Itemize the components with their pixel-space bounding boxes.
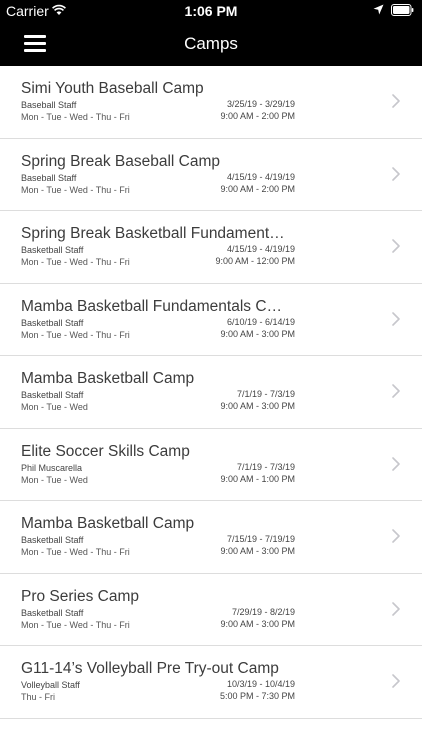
camp-list-item[interactable]: Spring Break Baseball Camp Baseball Staff… — [0, 139, 422, 211]
camp-name: Spring Break Baseball Camp — [21, 152, 221, 170]
chevron-right-icon — [392, 94, 400, 108]
camp-staff: Basketball Staff — [21, 390, 84, 400]
camp-list-item[interactable]: Pro Series Camp Basketball Staff Mon - Tue… — [0, 574, 422, 646]
chevron-right-icon — [392, 311, 400, 326]
camp-times: 9:00 AM - 2:00 PM — [220, 183, 295, 194]
camp-list: Simi Youth Baseball Camp Baseball Staff Mo… — [0, 66, 422, 719]
camp-days: Mon - Tue - Wed - Thu - Fri — [21, 184, 130, 195]
camp-name: Elite Soccer Skills Camp — [21, 442, 190, 460]
camp-name: G11-14’s Volleyball Pre Try-out Camp — [21, 660, 279, 677]
camp-name: Simi Youth Baseball Camp — [21, 80, 204, 97]
chevron-right-icon — [392, 601, 400, 616]
camp-name: Mamba Basketball Fundamentals C… — [21, 297, 283, 315]
camp-list-item[interactable]: Mamba Basketball Camp Basketball Staff Mon… — [0, 501, 422, 574]
camp-name: Mamba Basketball Camp — [21, 515, 195, 532]
camp-list-item[interactable]: Elite Soccer Skills Camp Phil Muscarella M… — [0, 429, 422, 501]
page-title: Camps — [184, 34, 238, 53]
camp-days: Thu - Fri — [21, 692, 56, 702]
chevron-right-icon — [392, 239, 400, 253]
camp-list-item[interactable]: Mamba Basketball Fundamentals C… Basketba… — [0, 284, 422, 356]
camp-staff: Baseball Staff — [21, 100, 77, 110]
camp-days: Mon - Tue - Wed - Thu - Fri — [21, 619, 130, 630]
battery-full-icon — [391, 4, 414, 16]
camp-staff: Baseball Staff — [21, 172, 77, 183]
camp-staff: Basketball Staff — [21, 535, 84, 545]
camp-days: Mon - Tue - Wed - Thu - Fri — [21, 112, 130, 122]
camp-dates: 7/1/19 - 7/3/19 — [236, 461, 295, 472]
camp-days: Mon - Tue - Wed — [21, 474, 88, 485]
camp-dates: 4/15/19 - 4/19/19 — [226, 171, 295, 182]
status-time: 1:06 PM — [184, 3, 238, 19]
camp-name: Mamba Basketball Camp — [21, 370, 195, 387]
camp-list-item[interactable]: Simi Youth Baseball Camp Baseball Staff Mo… — [0, 66, 422, 139]
camp-days: Mon - Tue - Wed — [21, 402, 88, 412]
camp-days: Mon - Tue - Wed - Thu - Fri — [21, 329, 130, 340]
status-bar: Carrier 1:06 PM — [0, 0, 422, 22]
camp-times: 9:00 AM - 12:00 PM — [215, 256, 295, 266]
location-arrow-icon — [373, 4, 384, 15]
camp-staff: Basketball Staff — [21, 245, 84, 255]
camp-dates: 10/3/19 - 10/4/19 — [226, 679, 295, 689]
navigation-bar: Camps — [0, 22, 422, 66]
camp-list-item[interactable]: G11-14’s Volleyball Pre Try-out Camp Voll… — [0, 646, 422, 719]
camp-list-item[interactable]: Mamba Basketball Camp Basketball Staff Mon… — [0, 356, 422, 429]
chevron-right-icon — [392, 674, 400, 688]
chevron-right-icon — [392, 384, 400, 398]
camp-times: 9:00 AM - 3:00 PM — [220, 546, 295, 556]
camp-dates: 3/25/19 - 3/29/19 — [226, 99, 295, 109]
camp-staff: Basketball Staff — [21, 317, 84, 328]
chevron-right-icon — [392, 456, 400, 471]
camp-list-item[interactable]: Spring Break Basketball Fundament… Basket… — [0, 211, 422, 284]
camp-days: Mon - Tue - Wed - Thu - Fri — [21, 257, 130, 267]
camp-times: 5:00 PM - 7:30 PM — [219, 691, 295, 701]
camp-dates: 7/1/19 - 7/3/19 — [236, 389, 295, 399]
camp-times: 9:00 AM - 3:00 PM — [220, 328, 295, 339]
camp-times: 9:00 AM - 3:00 PM — [220, 618, 295, 629]
camp-times: 9:00 AM - 3:00 PM — [220, 401, 295, 411]
camp-name: Pro Series Camp — [21, 587, 140, 605]
camp-dates: 4/15/19 - 4/19/19 — [226, 244, 295, 254]
chevron-right-icon — [392, 529, 400, 543]
camp-dates: 7/29/19 - 8/2/19 — [231, 606, 295, 617]
chevron-right-icon — [392, 166, 400, 181]
camp-times: 9:00 AM - 2:00 PM — [220, 111, 295, 121]
camp-days: Mon - Tue - Wed - Thu - Fri — [21, 547, 130, 557]
camp-dates: 7/15/19 - 7/19/19 — [226, 534, 295, 544]
camp-times: 9:00 AM - 1:00 PM — [220, 473, 295, 484]
camp-dates: 6/10/19 - 6/14/19 — [226, 316, 295, 327]
camp-name: Spring Break Basketball Fundament… — [21, 225, 285, 242]
camp-staff: Volleyball Staff — [21, 680, 80, 690]
camp-staff: Basketball Staff — [21, 607, 84, 618]
camp-staff: Phil Muscarella — [21, 462, 83, 473]
